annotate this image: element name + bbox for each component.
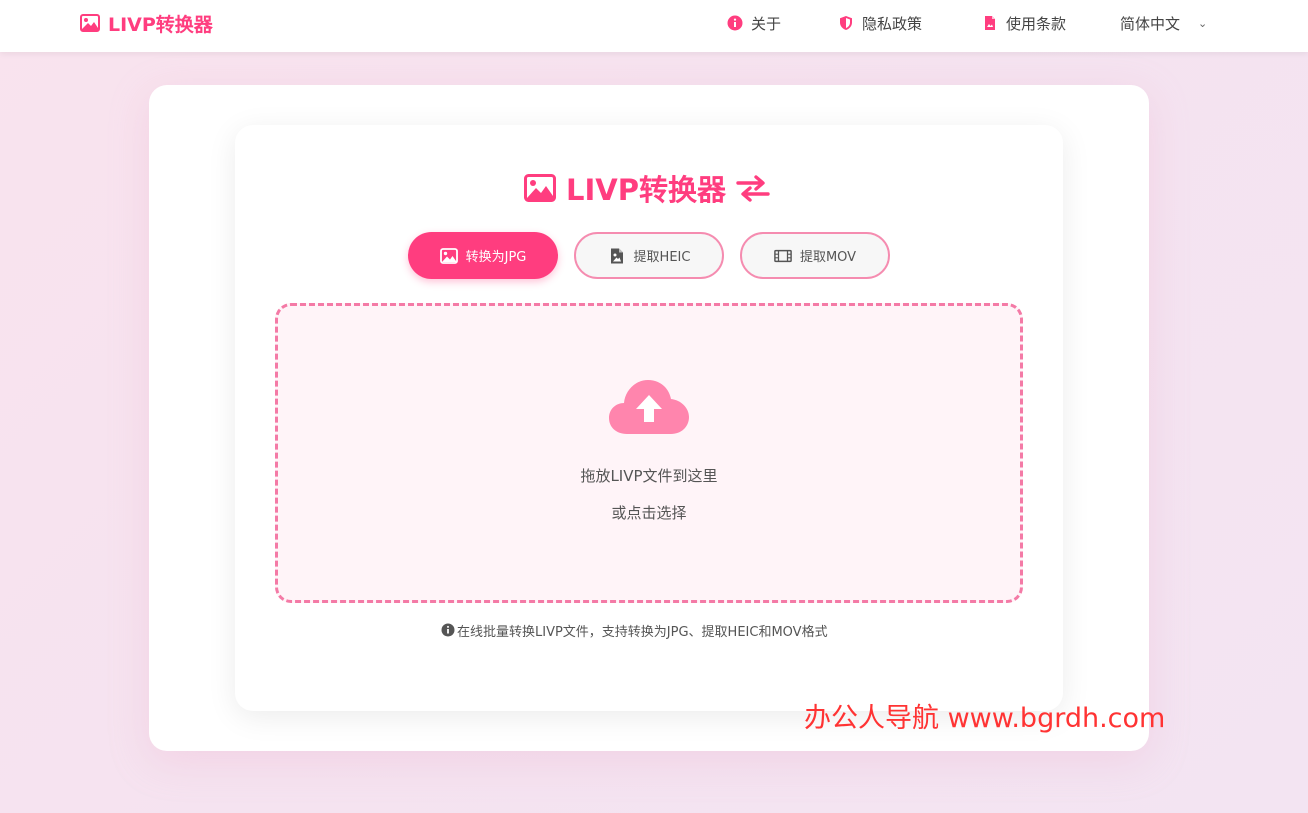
watermark-text: 办公人导航 www.bgrdh.com [804,703,1166,734]
tab-extract-heic[interactable]: 提取HEIC [574,232,724,279]
tab-convert-jpg-label: 转换为JPG [465,250,527,265]
film-icon [774,249,792,262]
image-icon [80,14,100,32]
nav-terms-of-use[interactable]: 使用条款 [982,12,1066,34]
chevron-down-icon: ⌄ [1198,16,1208,30]
dropzone-click-hint: 或点击选择 [611,504,687,522]
image-icon [439,247,458,264]
tab-extract-mov-label: 提取MOV [799,250,857,265]
brand-logo[interactable]: LIVP转换器 [80,10,213,36]
page-title: LIVP转换器 [524,168,770,208]
file-image-icon [610,248,623,263]
nav-terms-label: 使用条款 [1006,14,1067,33]
page-title-text: LIVP转换器 [566,173,726,207]
language-selector[interactable]: 简体中文 ⌄ [1120,12,1207,34]
language-label: 简体中文 [1120,14,1181,33]
info-icon [441,623,455,637]
tab-convert-jpg[interactable]: 转换为JPG [408,232,558,279]
nav-privacy-policy[interactable]: 隐私政策 [838,12,922,34]
image-icon [524,174,556,202]
cloud-upload-icon [609,380,689,434]
nav-privacy-label: 隐私政策 [862,14,923,33]
nav-about[interactable]: 关于 [727,12,781,34]
nav-about-label: 关于 [751,14,782,33]
swap-arrows-icon [736,175,770,202]
tab-extract-mov[interactable]: 提取MOV [740,232,890,279]
dropzone-instruction: 拖放LIVP文件到这里 [580,467,718,485]
top-navbar: LIVP转换器 关于 隐私政策 使用条款 简体中文 ⌄ [0,0,1308,52]
tab-extract-heic-label: 提取HEIC [633,250,691,265]
shield-icon [840,16,852,30]
info-footnote: 在线批量转换LIVP文件，支持转换为JPG、提取HEIC和MOV格式 [441,621,828,640]
info-icon [727,15,743,31]
footnote-text: 在线批量转换LIVP文件，支持转换为JPG、提取HEIC和MOV格式 [457,624,828,640]
file-dropzone[interactable] [275,303,1023,603]
brand-name: LIVP转换器 [108,13,213,36]
document-icon [985,16,995,30]
